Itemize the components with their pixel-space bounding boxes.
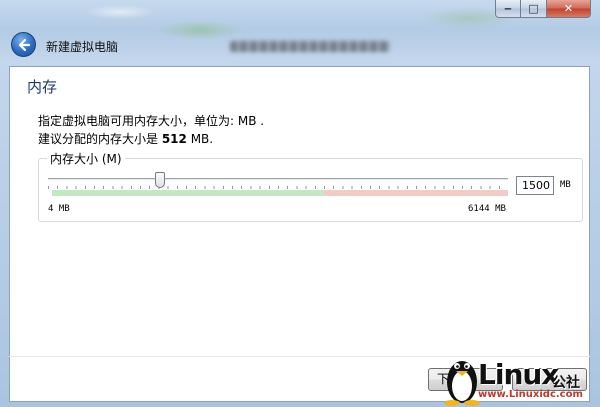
recommended-value: 512	[161, 132, 187, 146]
back-button[interactable]	[11, 32, 36, 57]
window-title: 新建虚拟电脑	[46, 40, 119, 54]
memory-slider-ticks	[48, 186, 508, 189]
minimize-button[interactable]: ‒	[495, 0, 521, 18]
memory-slider-track[interactable]	[48, 178, 508, 181]
excess-range-band	[324, 190, 508, 196]
back-arrow-icon	[18, 38, 30, 51]
slider-min-label: 4 MB	[48, 204, 70, 214]
watermark-brand: Linux	[478, 358, 559, 391]
memory-size-input[interactable]: 1500	[516, 176, 554, 195]
watermark-url: www.Linuxidc.com	[478, 389, 583, 400]
window-controls: ‒ □ ✕	[495, 0, 591, 18]
memory-slider-thumb[interactable]	[155, 172, 166, 188]
recommended-range-band	[52, 190, 324, 196]
maximize-button[interactable]: □	[521, 0, 547, 18]
slider-max-label: 6144 MB	[468, 204, 506, 214]
page-title: 内存	[27, 78, 58, 96]
recommendation-suffix: MB.	[186, 132, 214, 146]
memory-size-label: 内存大小 (M)	[47, 150, 125, 167]
recommendation-text: 建议分配的内存大小是 512 MB.	[38, 130, 213, 147]
recommendation-prefix: 建议分配的内存大小是	[38, 132, 162, 146]
tux-penguin-icon	[444, 361, 480, 406]
memory-unit-label: MB	[560, 180, 571, 190]
close-button[interactable]: ✕	[547, 0, 591, 18]
blurred-title-region	[230, 41, 390, 52]
description-text: 指定虚拟电脑可用内存大小，单位为: MB .	[38, 114, 265, 128]
